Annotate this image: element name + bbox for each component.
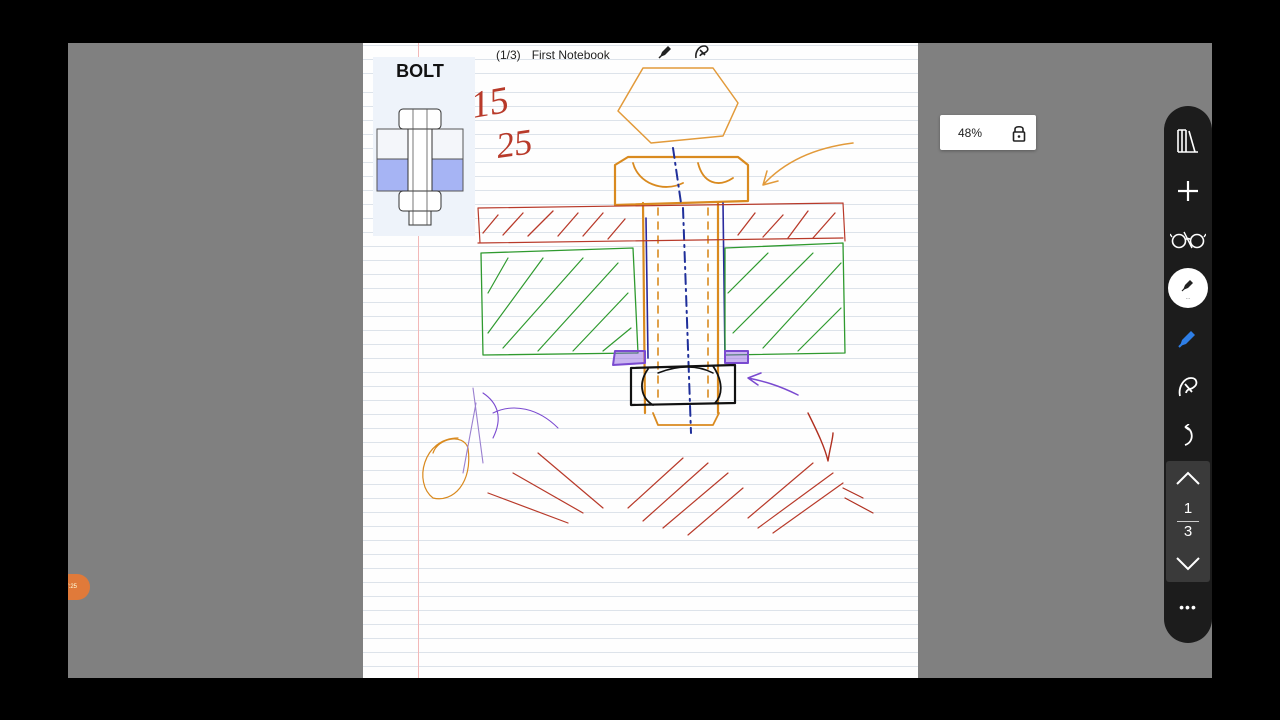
add-button[interactable]: [1164, 171, 1212, 211]
bolt-diagram-icon: [376, 108, 464, 226]
chevron-up-icon: [1176, 471, 1200, 485]
pen-settings-icon: …: [1181, 280, 1193, 301]
clock-bubble: 17:25: [68, 574, 90, 600]
next-page-button[interactable]: [1176, 557, 1200, 576]
lock-icon[interactable]: [1012, 124, 1026, 142]
notebook-page[interactable]: (1/3) First Notebook 15 25 BOLT: [363, 43, 918, 678]
more-button[interactable]: •••: [1164, 587, 1212, 627]
reference-title: BOLT: [396, 61, 444, 81]
current-page: 1: [1183, 500, 1193, 517]
previous-page-button[interactable]: [1176, 471, 1200, 490]
bolt-reference-image[interactable]: BOLT: [373, 57, 475, 236]
lasso-tool-button[interactable]: [1164, 367, 1212, 407]
highlighter-button[interactable]: [1164, 318, 1212, 358]
pen-settings-button[interactable]: …: [1168, 268, 1208, 308]
page-navigator: 1 3: [1166, 461, 1210, 582]
glasses-icon: [1170, 231, 1206, 249]
zoom-indicator[interactable]: 48%: [940, 115, 1036, 150]
sketch-number-25: 25: [494, 121, 535, 166]
lasso-icon: [1178, 377, 1198, 397]
highlighter-icon: [1178, 331, 1195, 348]
page-divider: [1177, 521, 1199, 522]
add-icon: [1178, 181, 1198, 201]
undo-icon: [1184, 424, 1193, 446]
reading-mode-button[interactable]: [1164, 219, 1212, 259]
library-button[interactable]: [1164, 121, 1212, 161]
undo-button[interactable]: [1164, 416, 1212, 456]
total-pages: 3: [1183, 523, 1193, 540]
right-toolbar: … 1 3 •••: [1164, 106, 1212, 643]
zoom-value: 48%: [958, 125, 983, 140]
library-icon: [1177, 129, 1198, 153]
app-canvas: (1/3) First Notebook 15 25 BOLT 48%:25: [68, 43, 1212, 678]
svg-text:…: …: [1186, 295, 1191, 301]
chevron-down-icon: [1176, 557, 1200, 571]
